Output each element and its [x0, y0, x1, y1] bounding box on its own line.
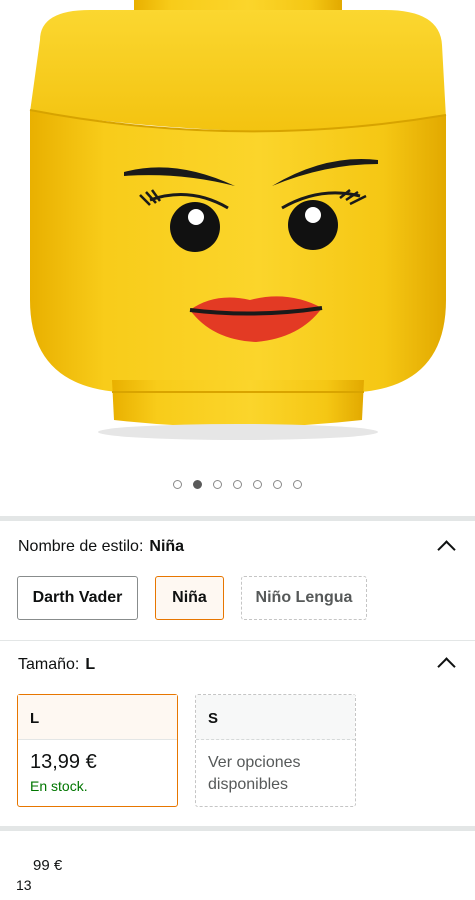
style-option-label: Niño Lengua: [255, 589, 353, 606]
style-option-nino-lengua[interactable]: Niño Lengua: [241, 576, 367, 620]
carousel-dot[interactable]: [273, 480, 282, 489]
carousel-dot[interactable]: [173, 480, 182, 489]
size-selected-value: L: [85, 656, 96, 673]
see-available-options: Ver opciones disponibles: [208, 754, 301, 793]
product-image[interactable]: [0, 0, 475, 470]
size-option-l[interactable]: L 13,99 € En stock.: [17, 694, 178, 807]
size-option-price: 13,99 €: [30, 751, 97, 773]
size-option-label: S: [196, 695, 355, 740]
carousel-dot[interactable]: [293, 480, 302, 489]
style-selected-value: Niña: [149, 538, 185, 555]
style-option-nina[interactable]: Niña: [155, 576, 224, 620]
section-divider: [0, 516, 475, 521]
price-whole: 13: [16, 877, 32, 893]
image-carousel-dots[interactable]: [0, 480, 475, 489]
style-option-darth-vader[interactable]: Darth Vader: [17, 576, 138, 620]
carousel-dot[interactable]: [253, 480, 262, 489]
carousel-dot[interactable]: [213, 480, 222, 489]
collapse-style-chevron-up-icon[interactable]: [437, 540, 456, 559]
style-option-label: Darth Vader: [32, 589, 123, 606]
price-fraction: 99 €: [33, 857, 63, 874]
carousel-dot-active[interactable]: [193, 480, 202, 489]
section-divider: [0, 640, 475, 641]
stock-status: En stock.: [30, 778, 88, 794]
section-divider: [0, 826, 475, 831]
style-label: Nombre de estilo:: [18, 538, 144, 555]
collapse-size-chevron-up-icon[interactable]: [437, 657, 456, 676]
size-option-s[interactable]: S Ver opciones disponibles: [195, 694, 356, 807]
style-name-row[interactable]: Nombre de estilo: Niña: [18, 538, 184, 556]
size-row[interactable]: Tamaño: L: [18, 656, 95, 674]
carousel-dot[interactable]: [233, 480, 242, 489]
style-option-label: Niña: [172, 589, 207, 606]
size-label: Tamaño:: [18, 656, 80, 673]
size-option-label: L: [18, 695, 177, 740]
